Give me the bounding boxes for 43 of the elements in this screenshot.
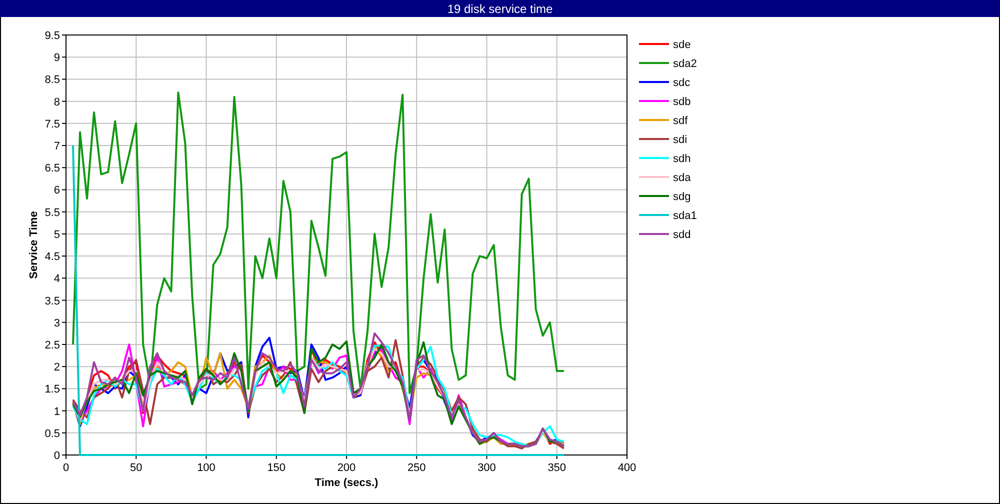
y-tick-label: 4.5: [44, 251, 60, 264]
y-tick-label: 2: [54, 362, 60, 374]
y-tick-label: 1: [54, 406, 60, 418]
legend-label: sdf: [673, 115, 688, 127]
y-tick-label: 0.5: [44, 428, 60, 440]
legend-label: sda: [673, 172, 691, 184]
x-tick-label: 300: [478, 462, 496, 474]
y-tick-label: 6.5: [44, 162, 60, 175]
y-tick-label: 7.5: [44, 118, 60, 130]
y-tick-label: 3: [54, 317, 60, 330]
legend-label: sdb: [673, 96, 691, 108]
legend-label: sdg: [673, 191, 691, 203]
y-tick-label: 2.5: [44, 339, 60, 352]
y-tick-label: 7: [54, 140, 60, 153]
x-tick-label: 250: [407, 462, 426, 474]
window-title: 19 disk service time: [447, 2, 553, 14]
x-tick-label: 200: [337, 462, 356, 474]
y-tick-label: 1.5: [44, 384, 60, 396]
y-tick-label: 3.5: [44, 295, 60, 308]
y-tick-label: 5.5: [44, 206, 60, 219]
y-axis-label: Service Time: [28, 211, 40, 279]
y-tick-label: 6: [54, 184, 60, 197]
x-tick-label: 400: [618, 462, 636, 474]
y-tick-label: 4: [54, 273, 60, 286]
legend-label: sdh: [673, 153, 691, 165]
legend-label: sda2: [673, 58, 697, 70]
legend-label: sde: [673, 39, 691, 51]
legend-label: sdc: [673, 77, 690, 89]
y-tick-label: 8.5: [44, 74, 60, 86]
y-tick-label: 9.5: [44, 30, 60, 42]
x-tick-label: 0: [62, 462, 70, 474]
y-tick-label: 0: [54, 450, 60, 462]
x-tick-label: 100: [197, 462, 216, 474]
legend-label: sdd: [673, 229, 691, 241]
y-tick-label: 5: [54, 228, 60, 241]
x-tick-label: 50: [130, 462, 142, 474]
x-axis-label: Time (secs.): [314, 477, 378, 489]
x-tick-label: 150: [267, 462, 286, 474]
y-tick-label: 9: [54, 52, 60, 64]
legend-label: sda1: [673, 210, 697, 222]
x-tick-label: 350: [548, 462, 566, 474]
y-tick-label: 8: [54, 96, 60, 108]
legend-label: sdi: [673, 134, 688, 146]
